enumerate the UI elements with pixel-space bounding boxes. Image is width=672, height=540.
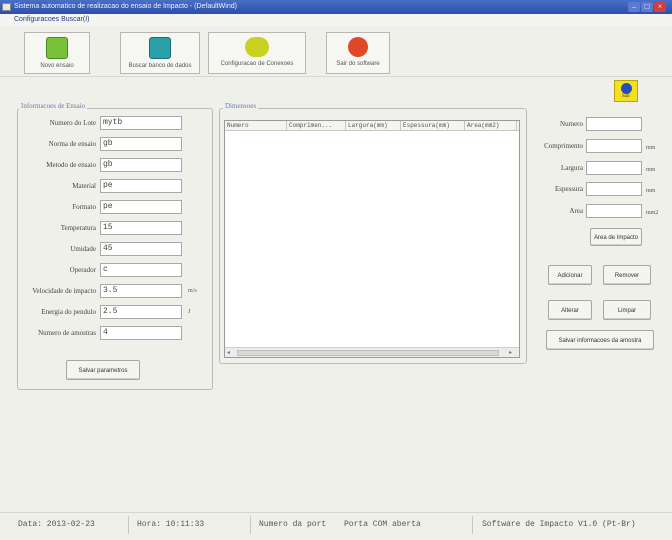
humidity-label: Umidade [70, 245, 96, 253]
menu-items[interactable]: Configuracoes Buscar(I) [14, 16, 89, 23]
info-panel-legend: Informacoes de Ensaio [19, 102, 88, 110]
scroll-thumb[interactable] [237, 350, 499, 356]
pendulum-energy-unit: J [188, 309, 191, 315]
dim-width-label: Largura [560, 164, 583, 172]
status-port-number: Numero da port [259, 520, 327, 529]
scroll-left-arrow[interactable]: ◂ [227, 349, 230, 356]
sample-count-field[interactable]: 4 [100, 326, 182, 340]
pendulum-energy-label: Energia do pendulo [41, 308, 96, 316]
dim-width-unit: mm [646, 167, 656, 173]
test-method-label: Metodo de ensaio [46, 161, 96, 169]
add-button[interactable]: Adicionar [548, 265, 592, 285]
clear-label: Limpar [617, 308, 637, 314]
save-samples-button[interactable]: Salvar informacoes da amostra [546, 330, 654, 350]
dim-thickness-label: Espessura [555, 185, 583, 193]
impact-speed-unit: m/s [188, 288, 197, 294]
save-parameters-button[interactable]: Salvar parametros [66, 360, 140, 380]
menu-bar[interactable]: Configuracoes Buscar(I) [0, 14, 672, 26]
lot-number-field[interactable]: mytb [100, 116, 182, 130]
status-separator [250, 516, 251, 534]
column-header-number[interactable]: Numero [225, 121, 287, 131]
status-version: Software de Impacto V1.0 (Pt-Br) [482, 520, 636, 529]
impact-area-label: Area de Impacto [593, 235, 639, 241]
app-icon [2, 3, 11, 11]
operator-field[interactable]: c [100, 263, 182, 277]
help-icon [621, 83, 632, 94]
status-separator [128, 516, 129, 534]
temperature-field[interactable]: 15 [100, 221, 182, 235]
connection-settings-label: Configuracao de Conexoes [220, 61, 294, 67]
window-title: Sistema automatico de realizacao do ensa… [14, 3, 237, 10]
exit-software-label: Sair do software [336, 61, 380, 67]
dim-area-unit: mm2 [646, 210, 659, 216]
dimensions-legend: Dimensoes [223, 102, 259, 110]
test-method-field[interactable]: gb [100, 158, 182, 172]
add-label: Adicionar [557, 273, 583, 279]
new-test-button[interactable]: Novo ensaio [24, 32, 90, 74]
remove-button[interactable]: Remover [603, 265, 651, 285]
dim-thickness-unit: mm [646, 188, 656, 194]
dim-length-label: Comprimento [544, 142, 583, 150]
humidity-field[interactable]: 45 [100, 242, 182, 256]
connection-icon [245, 37, 269, 57]
horizontal-scrollbar[interactable]: ◂ ▸ [225, 347, 519, 357]
exit-software-button[interactable]: Sair do software [326, 32, 390, 74]
material-field[interactable]: pe [100, 179, 182, 193]
column-header-width[interactable]: Largura(mm) [346, 121, 401, 131]
dimensions-table[interactable]: Numero Comprimen... Largura(mm) Espessur… [224, 120, 520, 358]
pendulum-energy-field[interactable]: 2.5 [100, 305, 182, 319]
title-bar: Sistema automatico de realizacao do ensa… [0, 0, 672, 14]
status-time: Hora: 10:11:33 [137, 520, 205, 529]
help-button[interactable]: Sair [614, 80, 638, 102]
sample-count-label: Numero de amostras [38, 329, 96, 337]
impact-area-button[interactable]: Area de Impacto [590, 228, 642, 246]
lot-number-label: Numero do Lote [49, 119, 96, 127]
column-header-thickness[interactable]: Espessura(mm) [401, 121, 465, 131]
maximize-button[interactable]: □ [641, 2, 653, 12]
search-database-label: Buscar banco de dados [128, 63, 192, 69]
modify-button[interactable]: Alterar [548, 300, 592, 320]
check-pencil-icon [46, 37, 68, 59]
status-date: Data: 2013-02-23 [18, 520, 95, 529]
test-standard-field[interactable]: gb [100, 137, 182, 151]
connection-settings-button[interactable]: Configuracao de Conexoes [208, 32, 306, 74]
impact-speed-label: Velocidade de impacto [32, 287, 96, 295]
column-header-area[interactable]: Area(mm2) [465, 121, 517, 131]
remove-label: Remover [614, 273, 640, 279]
clear-button[interactable]: Limpar [603, 300, 651, 320]
status-com-port: Porta COM aberta [344, 520, 421, 529]
status-separator [472, 516, 473, 534]
dim-area-label: Area [569, 207, 583, 215]
scroll-right-arrow[interactable]: ▸ [509, 349, 512, 356]
dim-number-field[interactable] [586, 117, 642, 131]
dim-width-field[interactable] [586, 161, 642, 175]
format-label: Formato [72, 203, 96, 211]
new-test-label: Novo ensaio [40, 63, 74, 69]
save-parameters-label: Salvar parametros [78, 368, 128, 374]
impact-speed-field[interactable]: 3.5 [100, 284, 182, 298]
temperature-label: Temperatura [60, 224, 96, 232]
search-document-icon [149, 37, 171, 59]
operator-label: Operador [69, 266, 96, 274]
material-label: Material [72, 182, 96, 190]
dim-length-field[interactable] [586, 139, 642, 153]
help-label: Sair [621, 94, 631, 99]
close-icon [348, 37, 368, 57]
dim-thickness-field[interactable] [586, 182, 642, 196]
close-window-button[interactable]: × [654, 2, 666, 12]
dim-area-field[interactable] [586, 204, 642, 218]
search-database-button[interactable]: Buscar banco de dados [120, 32, 200, 74]
modify-label: Alterar [561, 308, 579, 314]
format-field[interactable]: pe [100, 200, 182, 214]
dim-number-label: Numero [560, 120, 583, 128]
dim-length-unit: mm [646, 145, 656, 151]
minimize-button[interactable]: – [628, 2, 640, 12]
save-samples-label: Salvar informacoes da amostra [558, 338, 642, 344]
column-header-length[interactable]: Comprimen... [287, 121, 346, 131]
test-standard-label: Norma de ensaio [48, 140, 96, 148]
